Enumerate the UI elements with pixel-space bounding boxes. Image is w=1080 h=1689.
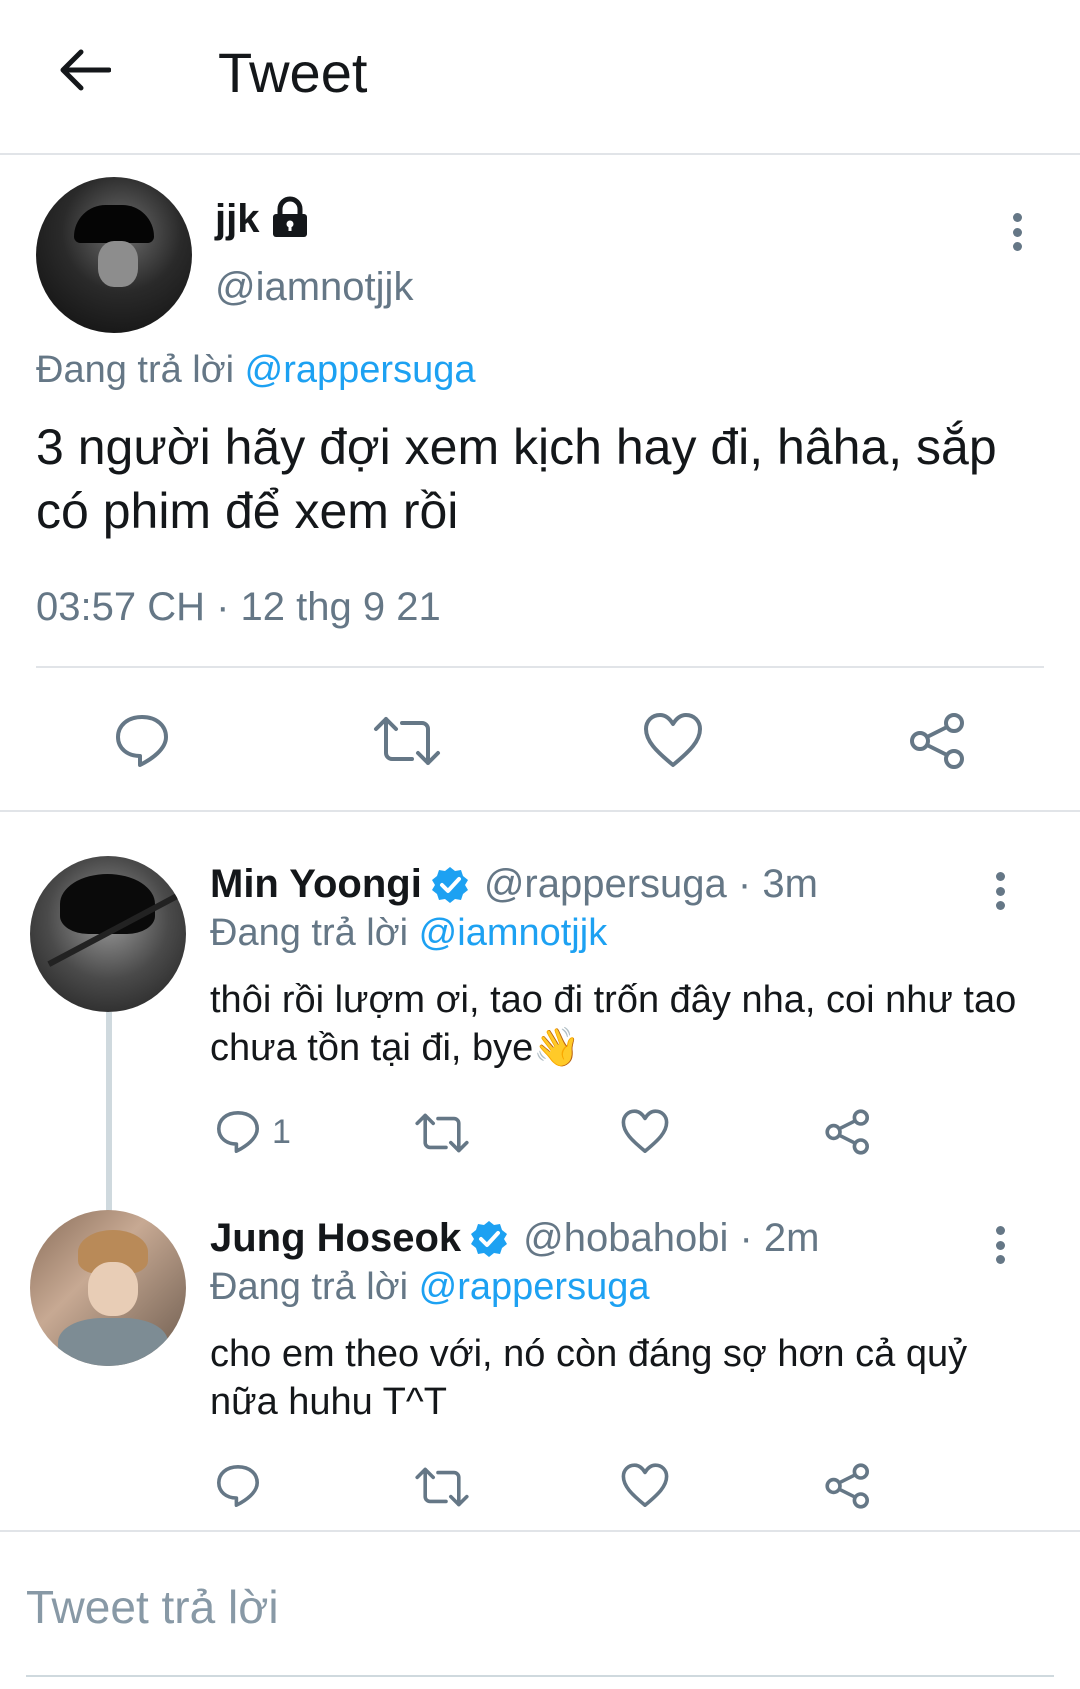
retweet-icon — [415, 1113, 469, 1153]
author-name[interactable]: jjk — [215, 197, 259, 242]
page-title: Tweet — [218, 41, 368, 104]
avatar[interactable] — [30, 856, 186, 1012]
reply-button[interactable] — [112, 711, 172, 771]
tweet-text: 3 người hãy đợi xem kịch hay đi, hâha, s… — [36, 419, 997, 539]
avatar[interactable] — [36, 177, 192, 333]
author-name[interactable]: Min Yoongi — [210, 862, 422, 907]
avatar[interactable] — [30, 1210, 186, 1366]
thread-line — [106, 1012, 112, 1212]
share-button[interactable] — [824, 1108, 872, 1156]
reply-header: Min Yoongi @rappersuga · 3m — [210, 862, 818, 907]
compose-reply-bar — [0, 1530, 1080, 1680]
like-icon — [621, 1463, 669, 1507]
replying-to: Đang trả lời @rappersuga — [36, 349, 476, 392]
mention-link[interactable]: @rappersuga — [245, 349, 476, 391]
author-handle[interactable]: @iamnotjjk — [215, 265, 413, 310]
reply-input[interactable] — [26, 1580, 1046, 1634]
share-icon — [910, 713, 964, 769]
reply-icon — [116, 715, 168, 767]
retweet-button[interactable] — [372, 713, 442, 769]
more-options-icon[interactable] — [1002, 207, 1032, 257]
share-icon — [825, 1109, 869, 1155]
reply-count: 1 — [272, 1112, 291, 1151]
arrow-left-icon — [60, 49, 111, 91]
replying-to-label: Đang trả lời — [36, 349, 235, 391]
tweet-text: cho em theo với, nó còn đáng sợ hơn cả q… — [210, 1333, 968, 1423]
mention-link[interactable]: @iamnotjjk — [419, 912, 608, 954]
replying-to-label: Đang trả lời — [210, 912, 409, 954]
retweet-button[interactable] — [414, 1464, 470, 1510]
back-button[interactable] — [50, 35, 120, 105]
replying-to: Đang trả lời @iamnotjjk — [210, 912, 607, 955]
share-icon — [825, 1463, 869, 1509]
more-options-icon[interactable] — [985, 866, 1015, 916]
reply-header: Jung Hoseok @hobahobi · 2m — [210, 1216, 819, 1261]
verified-badge-icon — [431, 866, 468, 903]
tweet-text: thôi rồi lượm ơi, tao đi trốn đây nha, c… — [210, 979, 1017, 1069]
tweet-timestamp[interactable]: 03:57 CH · 12 thg 9 21 — [36, 585, 441, 630]
divider — [36, 666, 1044, 668]
author-handle-time[interactable]: @hobahobi · 2m — [523, 1216, 819, 1261]
author-name[interactable]: Jung Hoseok — [210, 1216, 461, 1261]
share-button[interactable] — [824, 1462, 872, 1510]
section-divider — [0, 810, 1080, 812]
like-icon — [644, 713, 702, 767]
retweet-icon — [374, 717, 440, 765]
reply-button[interactable]: 1 — [214, 1108, 291, 1156]
input-underline — [26, 1675, 1054, 1677]
more-options-icon[interactable] — [985, 1220, 1015, 1270]
like-button[interactable] — [642, 711, 704, 771]
replying-to: Đang trả lời @rappersuga — [210, 1266, 650, 1309]
retweet-button[interactable] — [414, 1110, 470, 1156]
like-button[interactable] — [620, 1108, 670, 1156]
like-icon — [621, 1109, 669, 1153]
top-app-bar: Tweet — [0, 0, 1080, 155]
mention-link[interactable]: @rappersuga — [419, 1266, 650, 1308]
reply-icon — [217, 1465, 259, 1507]
author-handle-time[interactable]: @rappersuga · 3m — [484, 862, 818, 907]
share-button[interactable] — [908, 711, 968, 771]
verified-badge-icon — [471, 1220, 508, 1257]
like-button[interactable] — [620, 1462, 670, 1510]
lock-icon — [273, 196, 307, 237]
replying-to-label: Đang trả lời — [210, 1266, 409, 1308]
retweet-icon — [415, 1467, 469, 1507]
reply-icon — [217, 1111, 259, 1153]
reply-button[interactable] — [214, 1462, 272, 1510]
